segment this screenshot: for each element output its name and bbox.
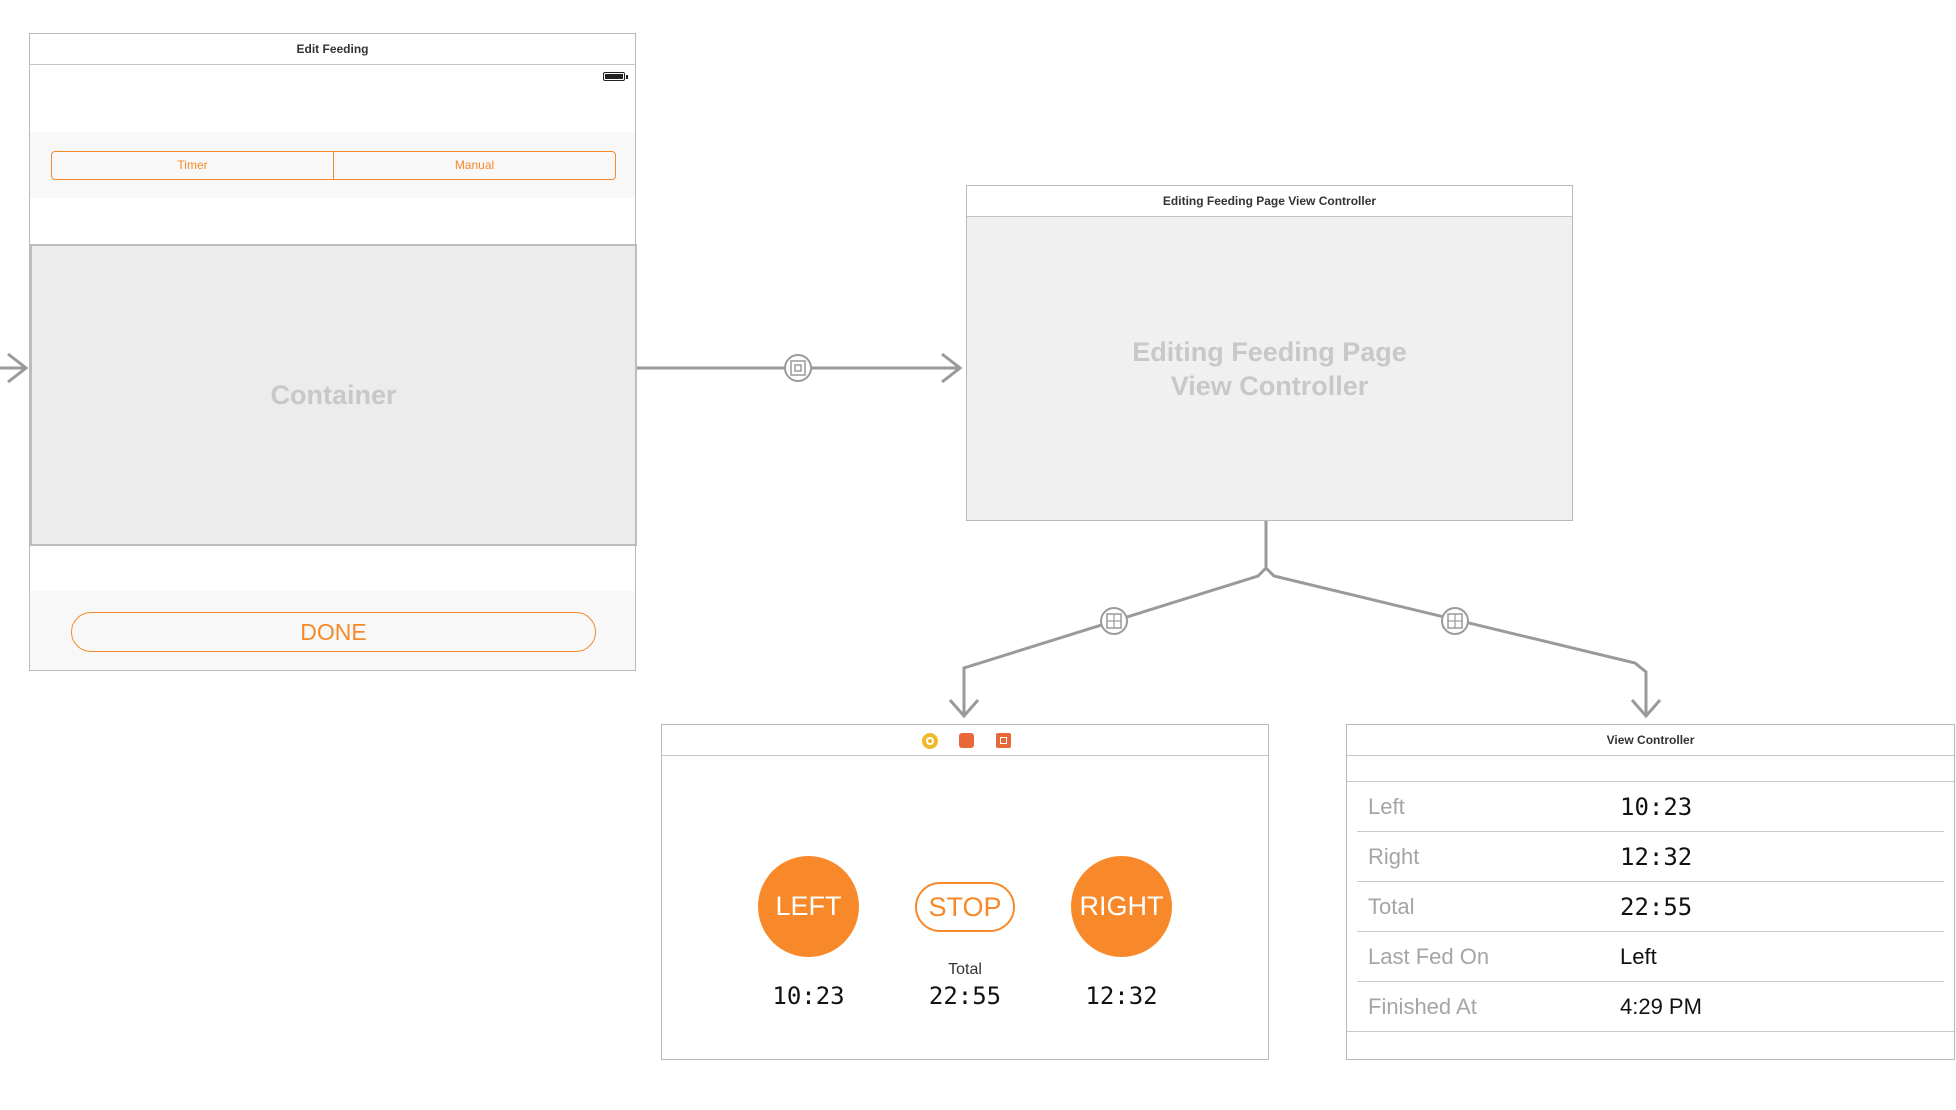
embed-segue[interactable] (636, 352, 963, 384)
right-button[interactable]: RIGHT (1071, 856, 1172, 957)
row-label: Finished At (1368, 994, 1477, 1019)
first-responder-icon[interactable] (922, 733, 938, 749)
row-value: 22:55 (1620, 893, 1693, 921)
stop-button[interactable]: STOP (915, 882, 1015, 932)
row-value: Left (1620, 944, 1657, 969)
scene-title: View Controller (1347, 725, 1954, 756)
row-value: 4:29 PM (1620, 994, 1702, 1019)
table-row[interactable]: Total 22:55 (1357, 882, 1944, 932)
total-caption: Total (948, 961, 982, 978)
placeholder-line-1: Editing Feeding Page (1132, 336, 1407, 367)
scene-title: Edit Feeding (30, 34, 635, 65)
total-time-label: 22:55 (928, 982, 1002, 1010)
entry-arrow-icon (0, 352, 29, 384)
table-row[interactable]: Finished At 4:29 PM (1347, 982, 1954, 1032)
table-row[interactable]: Last Fed On Left (1357, 932, 1944, 982)
row-label: Left (1368, 794, 1405, 819)
exit-icon[interactable] (996, 733, 1011, 748)
row-label: Total (1368, 894, 1415, 919)
scene-title: Editing Feeding Page View Controller (967, 186, 1572, 217)
page-segues[interactable] (948, 518, 1662, 719)
edit-feeding-scene[interactable]: Edit Feeding Timer Manual Container DONE (29, 33, 637, 671)
done-button[interactable]: DONE (71, 612, 596, 652)
right-time-label: 12:32 (1085, 982, 1158, 1010)
placeholder-line-2: View Controller (1170, 370, 1369, 401)
mode-segmented-control[interactable]: Timer Manual (51, 151, 616, 180)
timer-view-controller-scene[interactable]: LEFT STOP RIGHT Total 10:23 22:55 12:32 (661, 724, 1269, 1060)
container-label: Container (270, 379, 397, 410)
left-time-label: 10:23 (772, 982, 845, 1010)
row-value: 10:23 (1620, 793, 1693, 821)
left-button[interactable]: LEFT (758, 856, 859, 957)
page-vc-placeholder: Editing Feeding Page View Controller (967, 217, 1572, 520)
table-header-spacer (1347, 756, 1954, 782)
container-view[interactable]: Container (30, 244, 637, 546)
battery-icon (603, 72, 628, 81)
page-view-controller-scene[interactable]: Editing Feeding Page View Controller Edi… (966, 185, 1573, 521)
embed-segue-icon[interactable] (784, 354, 812, 382)
row-label: Right (1368, 844, 1420, 869)
segment-timer[interactable]: Timer (52, 152, 334, 179)
object-cube-icon[interactable] (959, 733, 974, 748)
manual-view-controller-scene[interactable]: View Controller Left 10:23 Right 12:32 T… (1346, 724, 1955, 1060)
row-label: Last Fed On (1368, 944, 1490, 969)
row-value: 12:32 (1620, 843, 1693, 871)
table-view[interactable]: Left 10:23 Right 12:32 Total 22:55 Last … (1347, 782, 1954, 1032)
table-row[interactable]: Right 12:32 (1357, 832, 1944, 882)
scene-dock (662, 725, 1268, 756)
table-row[interactable]: Left 10:23 (1357, 782, 1944, 832)
segment-manual[interactable]: Manual (334, 152, 615, 179)
